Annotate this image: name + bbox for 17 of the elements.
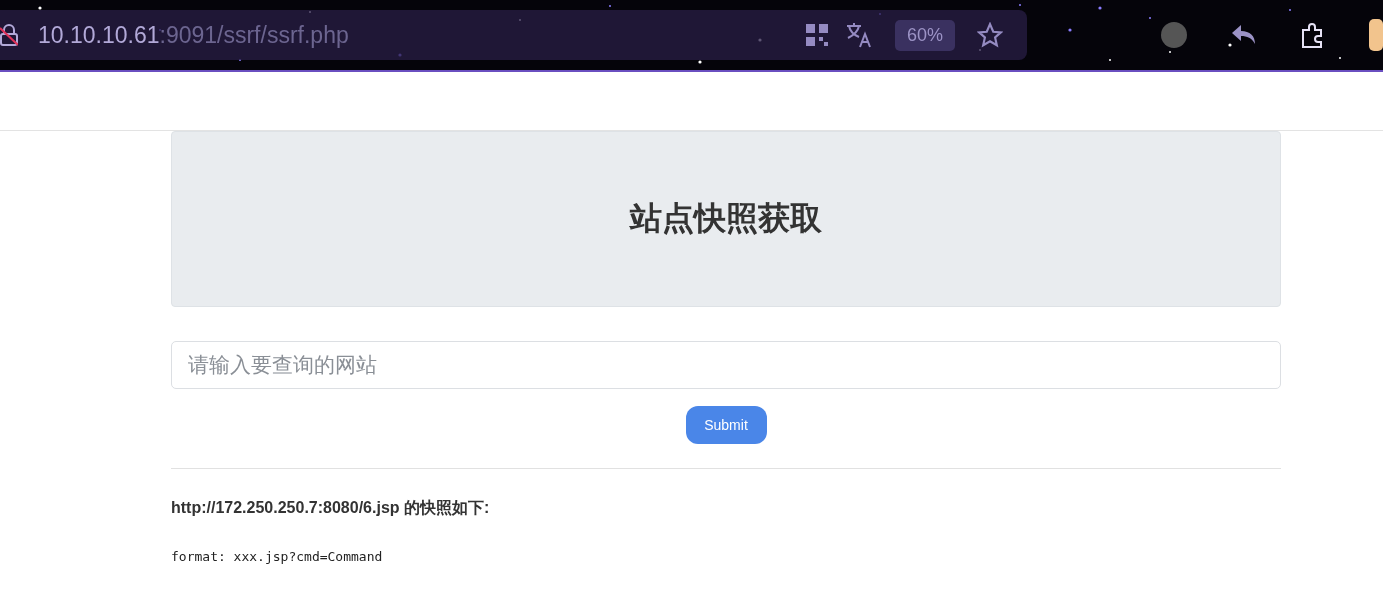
star-icon[interactable] (977, 22, 1003, 48)
puzzle-piece-icon[interactable] (1301, 22, 1325, 48)
result-output: format: xxx.jsp?cmd=Command (171, 549, 384, 564)
result-heading: http://172.250.250.7:8080/6.jsp 的快照如下: (171, 498, 491, 518)
insecure-lock-icon (0, 24, 18, 46)
translate-icon[interactable] (844, 22, 873, 48)
qr-code-icon[interactable] (804, 23, 829, 47)
undo-arrow-icon[interactable] (1231, 24, 1257, 46)
zoom-level[interactable]: 60% (894, 19, 955, 51)
profile-avatar-icon[interactable] (1161, 22, 1187, 48)
page-title: 站点快照获取 (630, 199, 822, 238)
submit-button[interactable]: Submit (685, 406, 767, 444)
address-bar[interactable]: 10.10.10.61:9091/ssrf/ssrf.php 60% (0, 10, 1027, 60)
url-path: :9091/ssrf/ssrf.php (159, 21, 349, 49)
url-host: 10.10.10.61 (38, 21, 160, 49)
extension-icon[interactable] (1369, 19, 1383, 51)
url-input-field[interactable]: 请输入要查询的网站 (171, 341, 1281, 389)
